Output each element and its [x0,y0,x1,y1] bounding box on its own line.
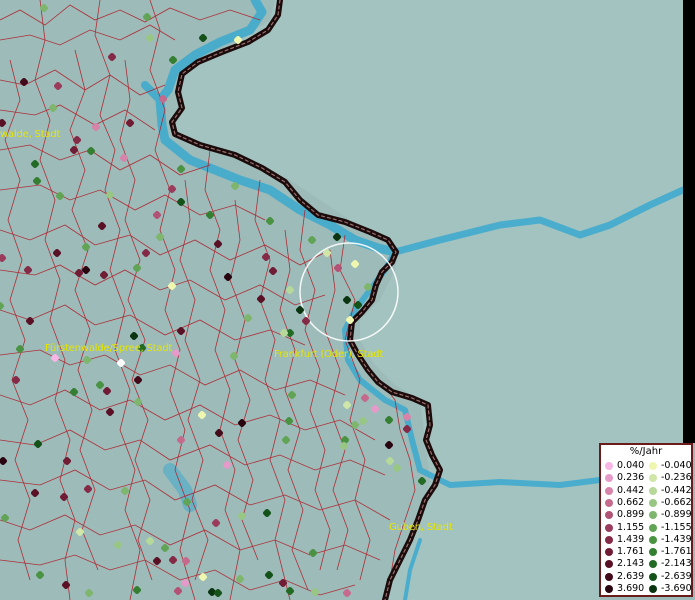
legend-swatch-positive [605,486,613,495]
legend-row: 1.155 -1.155 [601,522,695,534]
legend-swatch-positive [605,535,613,544]
legend-swatch-positive [605,498,613,507]
legend-value-positive: 1.439 [617,533,645,545]
legend-value-negative: -1.439 [661,533,692,545]
legend-value-positive: 2.639 [617,570,645,582]
legend-value-negative: -1.155 [661,521,692,533]
legend-row: 0.662 -0.662 [601,497,695,509]
legend-swatch-negative [649,498,657,507]
legend: %/Jahr 0.040 -0.040 0.236 -0.236 0.442 -0.442… [599,443,693,597]
legend-row: 3.690 -3.690 [601,583,695,595]
legend-row: 0.899 -0.899 [601,509,695,521]
legend-value-positive: 0.040 [617,460,645,471]
legend-swatch-negative [649,474,657,483]
legend-swatch-negative [649,535,657,544]
legend-row: 2.639 -2.639 [601,571,695,583]
legend-swatch-positive [605,462,613,470]
legend-value-negative: -0.040 [661,460,692,471]
legend-value-negative: -2.143 [661,558,692,570]
legend-swatch-negative [649,548,657,557]
legend-value-negative: -0.236 [661,472,692,484]
legend-value-positive: 1.155 [617,521,645,533]
legend-value-positive: 0.442 [617,484,645,496]
legend-row: 2.143 -2.143 [601,558,695,570]
legend-swatch-positive [605,572,613,581]
legend-row: 1.761 -1.761 [601,546,695,558]
place-label-fuerstenwalde-spree: Fürstenwalde/Spree, Stadt [45,343,173,354]
legend-value-positive: 3.690 [617,583,645,594]
legend-swatch-positive [605,474,613,483]
map-edge [683,0,695,443]
legend-swatch-negative [649,585,657,593]
legend-row: 0.442 -0.442 [601,485,695,497]
legend-swatch-negative [649,572,657,581]
legend-swatch-positive [605,560,613,569]
legend-swatch-positive [605,523,613,532]
legend-value-positive: 2.143 [617,558,645,570]
place-label-fuerstenwalde-partial: walde, Stadt [0,129,61,140]
legend-value-positive: 1.761 [617,546,645,558]
place-label-frankfurt-oder: Frankfurt (Oder), Stadt [274,349,384,360]
legend-value-negative: -0.442 [661,484,692,496]
legend-value-negative: -1.761 [661,546,692,558]
legend-swatch-negative [649,560,657,569]
legend-row: 0.236 -0.236 [601,472,695,484]
legend-title: %/Jahr [629,446,663,457]
legend-value-negative: -3.690 [661,583,692,594]
legend-swatch-negative [649,462,657,470]
legend-swatch-negative [649,511,657,520]
place-label-guben: Guben, Stadt [389,522,453,533]
legend-value-negative: -0.662 [661,496,692,508]
legend-value-positive: 0.236 [617,472,645,484]
map-canvas[interactable] [0,0,695,600]
legend-swatch-negative [649,486,657,495]
legend-row: 1.439 -1.439 [601,534,695,546]
legend-swatch-negative [649,523,657,532]
legend-value-negative: -0.899 [661,509,692,521]
legend-swatch-positive [605,585,613,593]
legend-value-negative: -2.639 [661,570,692,582]
legend-swatch-positive [605,511,613,520]
legend-row: 0.040 -0.040 [601,460,695,472]
legend-value-positive: 0.899 [617,509,645,521]
legend-value-positive: 0.662 [617,496,645,508]
legend-swatch-positive [605,548,613,557]
